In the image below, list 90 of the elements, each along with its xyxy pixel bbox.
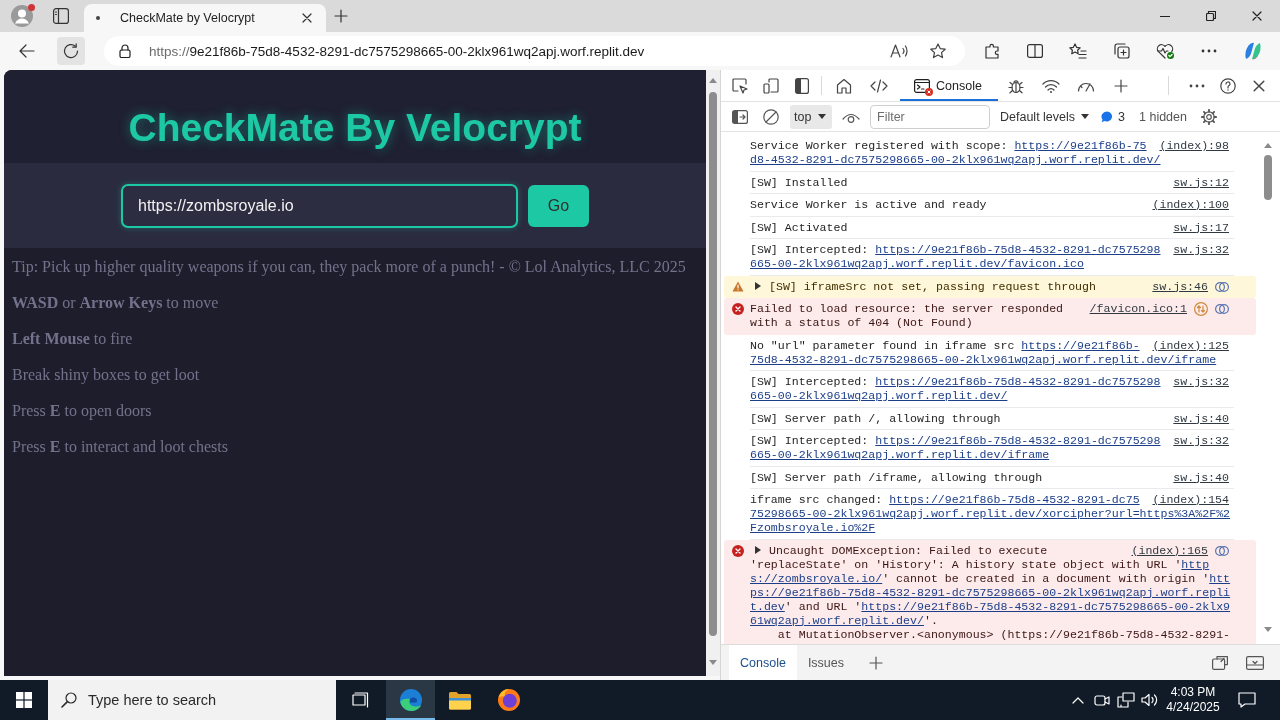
more-icon[interactable]: [1188, 83, 1205, 88]
taskbar-button[interactable]: [386, 680, 435, 720]
scrollbar-thumb[interactable]: [709, 92, 717, 636]
pop-out-icon[interactable]: [1212, 655, 1228, 670]
vertical-tabs-icon[interactable]: [53, 8, 69, 24]
linked-circles-icon[interactable]: [1215, 279, 1229, 294]
scroll-up-icon[interactable]: [709, 78, 717, 83]
home-icon: [835, 77, 852, 94]
filter-field[interactable]: Filter: [870, 104, 990, 129]
wave-logo-icon: [398, 688, 423, 712]
panel-bottom-icon[interactable]: [1246, 655, 1264, 670]
levels-dropdown[interactable]: Default levels: [1000, 104, 1090, 129]
scroll-up-icon[interactable]: [1264, 143, 1272, 148]
sidebar-icon[interactable]: [731, 109, 748, 124]
four-squares-icon[interactable]: [16, 692, 32, 708]
volume-icon[interactable]: [1141, 693, 1159, 707]
expand-triangle-icon[interactable]: [755, 545, 761, 554]
plus-icon[interactable]: [1113, 78, 1128, 93]
instruction-text: Break shiny boxes to get loot: [12, 366, 201, 384]
refresh-button[interactable]: [57, 37, 85, 65]
back-icon[interactable]: [19, 44, 35, 58]
search-field[interactable]: Type here to search: [48, 680, 336, 720]
error-icon: [732, 544, 744, 557]
instruction-text: Press E to interact and loot chests: [12, 438, 229, 456]
help-icon[interactable]: [1219, 77, 1236, 94]
linked-circles-icon[interactable]: [1215, 543, 1229, 558]
lock-icon: [119, 44, 131, 58]
close-icon[interactable]: [302, 13, 312, 23]
linked-circles-icon[interactable]: [1215, 302, 1229, 316]
drawer-tab[interactable]: Console: [729, 645, 797, 680]
instruction-text: Tip: Pick up higher quality weapons if you can, they pack more of a punch! - © Lol Analytics, LLC 2025: [12, 258, 687, 276]
drawer-tab[interactable]: Issues: [796, 645, 855, 680]
more-icon[interactable]: [1200, 49, 1217, 53]
clock-date: 4/24/2025: [1166, 700, 1220, 715]
dot-icon: [96, 16, 100, 20]
search-icon: [61, 692, 77, 708]
circle-slash-icon[interactable]: [762, 108, 779, 125]
browser-tab[interactable]: CheckMate by Velocrypt: [84, 4, 326, 32]
heart-pulse-icon[interactable]: [1156, 43, 1174, 59]
caret-icon: [1081, 114, 1090, 119]
minimize-icon[interactable]: [1160, 15, 1170, 17]
folder-icon: [447, 690, 472, 710]
bug-icon: [1007, 77, 1024, 94]
settings-icon[interactable]: [1200, 108, 1217, 125]
plus-icon[interactable]: [869, 655, 883, 670]
issues-counter[interactable]: 3: [1101, 104, 1125, 129]
star-list-icon[interactable]: [1069, 43, 1087, 59]
clock-time: 4:03 PM: [1170, 685, 1216, 700]
warning-icon: [732, 280, 744, 292]
logo-icon[interactable]: [1243, 41, 1263, 61]
code-icon: [869, 78, 888, 93]
refresh-icon: [63, 43, 79, 59]
chevron-up-icon[interactable]: [1072, 696, 1084, 704]
ring-logo-icon: [496, 688, 521, 712]
letter-waves-icon[interactable]: [890, 44, 908, 58]
puzzle-icon[interactable]: [984, 43, 1000, 59]
squares-plus-icon[interactable]: [1113, 43, 1130, 59]
split-screen-icon[interactable]: [1026, 44, 1043, 58]
page-title: CheckMate By Velocrypt: [128, 105, 582, 150]
scroll-down-icon[interactable]: [709, 660, 717, 665]
expand-triangle-icon[interactable]: [755, 281, 761, 290]
chat-bubble-icon: [1101, 110, 1114, 123]
restore-icon[interactable]: [1206, 11, 1216, 21]
caret-icon: [818, 114, 826, 119]
hidden-count-text: 1 hidden: [1139, 109, 1187, 124]
devices-icon[interactable]: [762, 77, 779, 94]
plus-icon[interactable]: [334, 9, 348, 23]
scrollbar-thumb[interactable]: [1264, 155, 1272, 200]
wifi-icon: [1041, 78, 1060, 93]
speech-bubble-icon[interactable]: [1238, 692, 1256, 708]
instruction-text: WASD or Arrow Keys to move: [12, 294, 220, 312]
instruction-text: Left Mouse to fire: [12, 330, 134, 348]
instruction-text: Press E to open doors: [12, 402, 153, 420]
address-bar[interactable]: https://9e21f86b-75d8-4532-8291-dc7575298665-00-2klx961wq2apj.worf.replit.dev: [104, 36, 965, 66]
panel-layout-icon[interactable]: [794, 77, 809, 94]
go-button[interactable]: Go: [528, 184, 589, 227]
panel-tab[interactable]: Console: [900, 70, 998, 101]
inspect-icon[interactable]: [731, 77, 748, 94]
close-icon[interactable]: [1252, 79, 1265, 92]
stacked-windows-icon[interactable]: [351, 692, 369, 708]
two-screens-icon[interactable]: [1117, 692, 1135, 708]
context-dropdown[interactable]: top: [790, 104, 832, 129]
close-icon[interactable]: [1252, 11, 1262, 21]
url-input[interactable]: https://zombsroyale.io: [121, 183, 518, 228]
camera-icon[interactable]: [1094, 693, 1110, 707]
terminal-icon: [914, 78, 930, 93]
error-icon: [732, 303, 744, 315]
star-icon[interactable]: [930, 43, 946, 59]
avatar-icon[interactable]: [11, 5, 33, 27]
scroll-down-icon[interactable]: [1264, 627, 1272, 632]
